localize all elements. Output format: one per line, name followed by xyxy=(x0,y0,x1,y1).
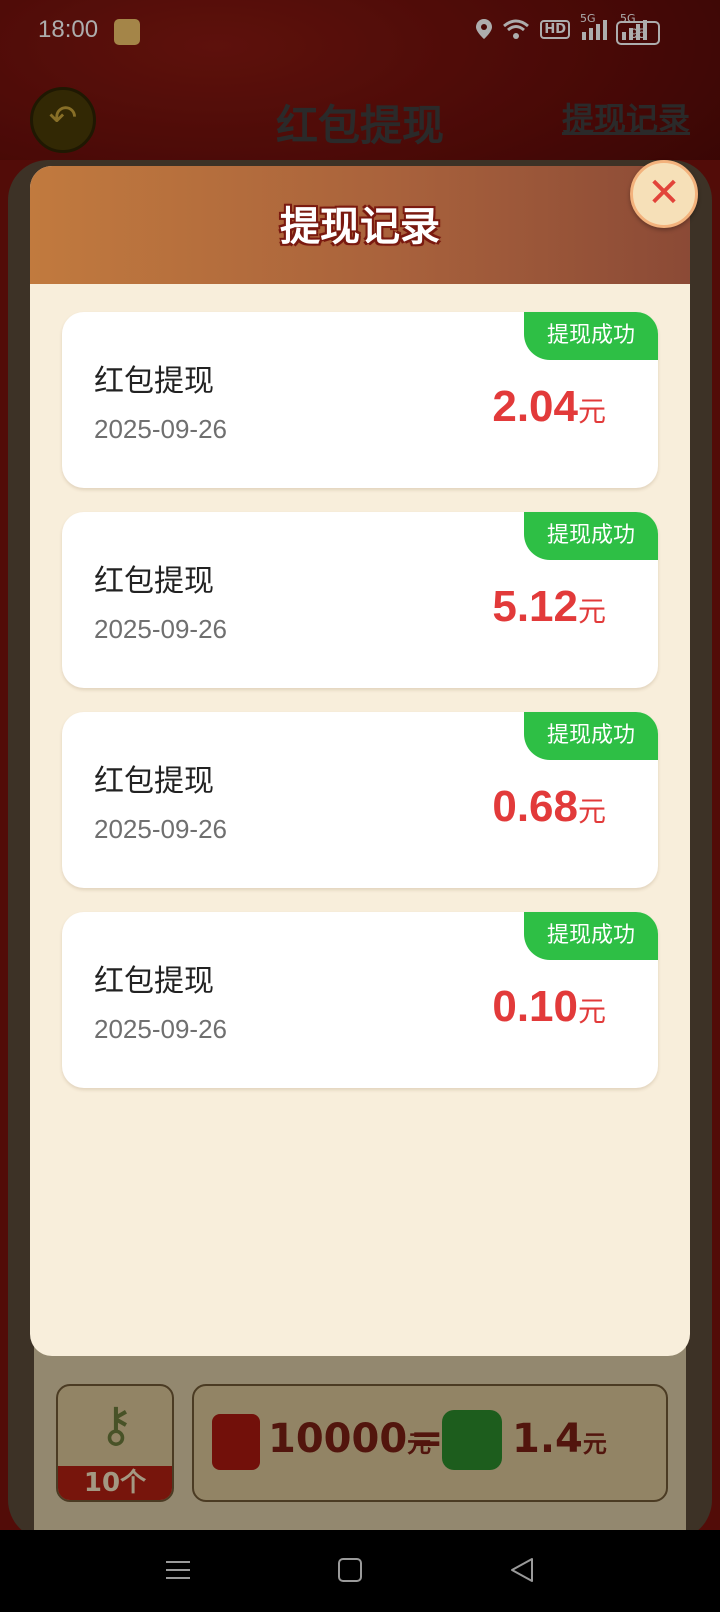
record-title: 红包提现 xyxy=(94,564,214,599)
record-card: 提现成功 红包提现 2025-09-26 5.12元 xyxy=(62,512,658,688)
record-amount-value: 0.68 xyxy=(492,782,578,831)
record-title: 红包提现 xyxy=(94,964,214,999)
modal-title: 提现记录 xyxy=(280,204,440,250)
record-amount-value: 0.10 xyxy=(492,982,578,1031)
withdraw-records-modal: 提现记录 提现成功 红包提现 2025-09-26 2.04元 提现成功 红包提… xyxy=(30,166,690,1356)
record-amount: 0.10元 xyxy=(492,982,606,1032)
system-nav-bar xyxy=(0,1530,720,1612)
records-list: 提现成功 红包提现 2025-09-26 2.04元 提现成功 红包提现 202… xyxy=(62,312,658,1112)
status-badge: 提现成功 xyxy=(524,712,658,760)
record-amount: 5.12元 xyxy=(492,582,606,632)
close-button[interactable]: ✕ xyxy=(630,160,698,228)
modal-header: 提现记录 xyxy=(30,166,690,284)
status-badge: 提现成功 xyxy=(524,312,658,360)
record-title: 红包提现 xyxy=(94,764,214,799)
home-icon[interactable] xyxy=(336,1556,364,1584)
record-amount-unit: 元 xyxy=(577,596,606,627)
record-amount-value: 5.12 xyxy=(492,582,578,631)
record-amount-value: 2.04 xyxy=(492,382,578,431)
record-amount-unit: 元 xyxy=(577,396,606,427)
record-amount: 2.04元 xyxy=(492,382,606,432)
menu-icon[interactable] xyxy=(164,1556,192,1584)
record-date: 2025-09-26 xyxy=(94,614,227,644)
record-amount-unit: 元 xyxy=(577,796,606,827)
record-title: 红包提现 xyxy=(94,364,214,399)
record-amount: 0.68元 xyxy=(492,782,606,832)
close-icon: ✕ xyxy=(647,170,681,216)
record-amount-unit: 元 xyxy=(577,996,606,1027)
record-date: 2025-09-26 xyxy=(94,414,227,444)
status-badge: 提现成功 xyxy=(524,512,658,560)
record-card: 提现成功 红包提现 2025-09-26 0.68元 xyxy=(62,712,658,888)
record-card: 提现成功 红包提现 2025-09-26 0.10元 xyxy=(62,912,658,1088)
record-card: 提现成功 红包提现 2025-09-26 2.04元 xyxy=(62,312,658,488)
status-badge: 提现成功 xyxy=(524,912,658,960)
record-date: 2025-09-26 xyxy=(94,814,227,844)
back-triangle-icon[interactable] xyxy=(508,1556,536,1584)
record-date: 2025-09-26 xyxy=(94,1014,227,1044)
